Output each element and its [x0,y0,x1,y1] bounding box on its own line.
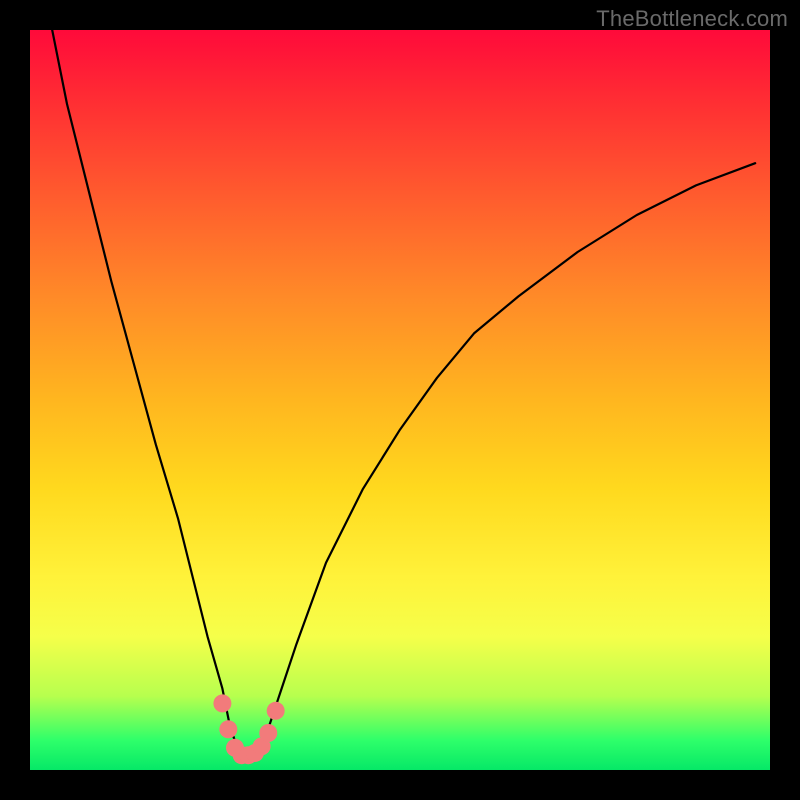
highlight-dot [259,724,277,742]
plot-area [30,30,770,770]
highlight-dot [267,702,285,720]
curve-svg [30,30,770,770]
highlight-dot [213,694,231,712]
watermark-text: TheBottleneck.com [596,6,788,32]
chart-frame: TheBottleneck.com [0,0,800,800]
highlight-dots [213,694,284,764]
highlight-dot [219,720,237,738]
bottleneck-curve [52,30,755,755]
